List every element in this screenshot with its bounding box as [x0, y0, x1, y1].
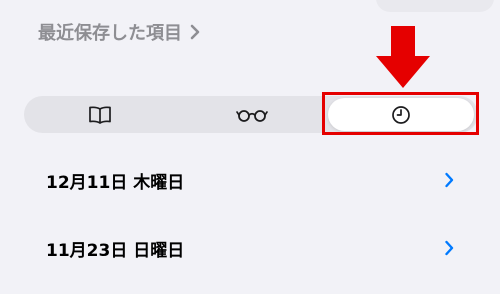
history-date-label: 11月23日 日曜日 — [46, 240, 185, 261]
annotation-arrow — [376, 26, 430, 88]
history-row[interactable]: 12月11日 木曜日 — [0, 146, 500, 214]
tab-history[interactable] — [328, 98, 474, 131]
history-list: 12月11日 木曜日 11月23日 日曜日 — [0, 146, 500, 282]
tab-reading-list[interactable] — [176, 96, 328, 133]
library-segmented-control — [24, 96, 478, 133]
history-date-label: 12月11日 木曜日 — [46, 172, 185, 193]
history-row[interactable]: 11月23日 日曜日 — [0, 214, 500, 282]
top-bubble — [376, 0, 494, 12]
chevron-right-icon — [445, 172, 454, 188]
chevron-right-icon — [445, 240, 454, 256]
tab-bookmarks[interactable] — [24, 96, 176, 133]
recently-saved-label: 最近保存した項目 — [38, 23, 182, 44]
clock-icon — [392, 105, 410, 124]
recently-saved-link[interactable]: 最近保存した項目 — [38, 19, 200, 45]
glasses-icon — [236, 109, 268, 122]
book-icon — [89, 105, 111, 124]
chevron-right-icon — [190, 24, 200, 40]
